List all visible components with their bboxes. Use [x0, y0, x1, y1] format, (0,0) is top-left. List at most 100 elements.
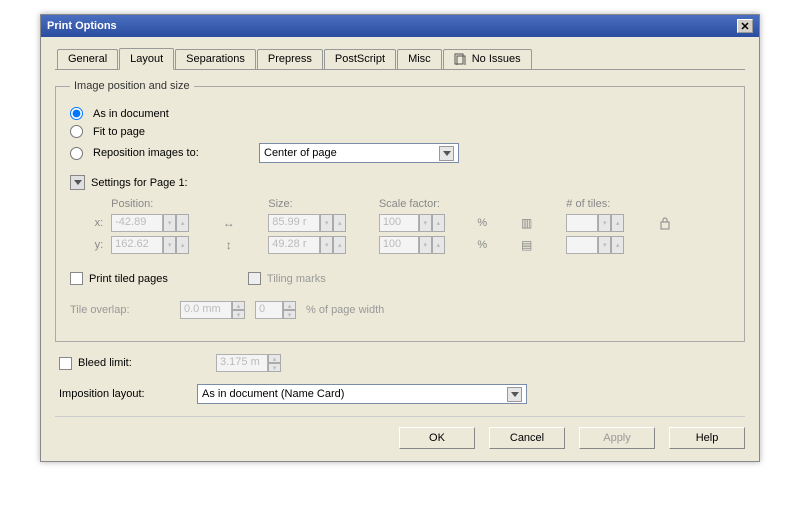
tiles-x-input[interactable]: ▾▴: [566, 214, 649, 232]
pos-x-input[interactable]: -42.89 ▾▴: [111, 214, 214, 232]
scale-y-input[interactable]: 100 ▾▴: [379, 236, 470, 254]
tile-overlap-field: 0.0 mm: [180, 301, 232, 319]
col-tiles: # of tiles:: [566, 198, 649, 210]
tile-overlap-input: 0.0 mm ▴▾: [180, 301, 245, 319]
tiling-marks-checkbox: [248, 272, 261, 285]
bleed-label: Bleed limit:: [78, 357, 198, 369]
overlap-down: ▾: [232, 310, 245, 319]
tab-prepress[interactable]: Prepress: [257, 49, 323, 69]
tiling-marks-label: Tiling marks: [267, 273, 326, 285]
col-scale: Scale factor:: [379, 198, 470, 210]
overlap-pct-down: ▾: [283, 310, 296, 319]
size-h-preset[interactable]: ▾: [320, 236, 333, 254]
tiles-y-preset[interactable]: ▾: [598, 236, 611, 254]
imposition-value: As in document (Name Card): [202, 388, 501, 400]
pos-y-input[interactable]: 162.62 ▾▴: [111, 236, 214, 254]
tab-strip: General Layout Separations Prepress Post…: [55, 47, 745, 70]
chevron-down-icon: [74, 180, 82, 185]
apply-button: Apply: [579, 427, 655, 449]
tab-general[interactable]: General: [57, 49, 118, 69]
tiles-y-field: [566, 236, 598, 254]
reposition-select[interactable]: Center of page: [259, 143, 459, 163]
tab-noissues-label: No Issues: [472, 53, 521, 65]
radio-reposition-row: Reposition images to: Center of page: [70, 143, 730, 163]
bleed-input: 3.175 m ▴▾: [216, 354, 281, 372]
lock-icon[interactable]: [657, 214, 673, 232]
dropdown-arrow-icon: [439, 146, 454, 161]
tile-overlap-label: Tile overlap:: [70, 304, 170, 316]
help-button[interactable]: Help: [669, 427, 745, 449]
print-options-dialog: Print Options General Layout Separations…: [40, 14, 760, 462]
bleed-field: 3.175 m: [216, 354, 268, 372]
pos-x-up[interactable]: ▴: [176, 214, 189, 232]
bleed-checkbox[interactable]: [59, 357, 72, 370]
radio-fit-row: Fit to page: [70, 125, 730, 138]
scale-x-field: 100: [379, 214, 419, 232]
scale-y-preset[interactable]: ▾: [419, 236, 432, 254]
scale-y-up[interactable]: ▴: [432, 236, 445, 254]
row-x-label: x:: [70, 217, 103, 229]
bleed-check-row: Bleed limit:: [59, 357, 198, 370]
radio-as-in-document[interactable]: [70, 107, 83, 120]
width-icon: ↔: [222, 216, 236, 230]
radio-reposition[interactable]: [70, 147, 83, 160]
tiles-x-field: [566, 214, 598, 232]
row-y-label: y:: [70, 239, 103, 251]
pct-label-y: %: [477, 239, 511, 251]
dialog-content: General Layout Separations Prepress Post…: [41, 37, 759, 461]
radio-as-in-document-row: As in document: [70, 107, 730, 120]
noissues-icon: [454, 53, 466, 65]
tiling-marks-row: Tiling marks: [248, 272, 326, 285]
radio-fit-label: Fit to page: [93, 126, 145, 138]
imposition-select[interactable]: As in document (Name Card): [197, 384, 527, 404]
bleed-row: Bleed limit: 3.175 m ▴▾: [59, 354, 741, 372]
col-size: Size:: [268, 198, 371, 210]
print-tiled-checkbox[interactable]: [70, 272, 83, 285]
button-row: OK Cancel Apply Help: [55, 416, 745, 449]
tab-separations[interactable]: Separations: [175, 49, 256, 69]
size-w-preset[interactable]: ▾: [320, 214, 333, 232]
radio-reposition-label: Reposition images to:: [93, 147, 253, 159]
size-w-up[interactable]: ▴: [333, 214, 346, 232]
tile-overlap-row: Tile overlap: 0.0 mm ▴▾ 0 ▴▾ % of page w…: [70, 301, 730, 319]
reposition-value: Center of page: [264, 147, 433, 159]
size-w-input[interactable]: 85.99 r ▾▴: [268, 214, 371, 232]
tab-misc[interactable]: Misc: [397, 49, 442, 69]
tab-noissues[interactable]: No Issues: [443, 49, 532, 69]
size-w-field: 85.99 r: [268, 214, 320, 232]
link-h-icon: ▥: [520, 216, 534, 230]
scale-y-field: 100: [379, 236, 419, 254]
cancel-button[interactable]: Cancel: [489, 427, 565, 449]
tile-overlap-pct-input: 0 ▴▾: [255, 301, 296, 319]
radio-fit-to-page[interactable]: [70, 125, 83, 138]
pos-x-preset[interactable]: ▾: [163, 214, 176, 232]
image-position-group: Image position and size As in document F…: [55, 80, 745, 342]
titlebar: Print Options: [41, 15, 759, 37]
tab-postscript[interactable]: PostScript: [324, 49, 396, 69]
close-button[interactable]: [737, 19, 753, 33]
bleed-up: ▴: [268, 354, 281, 363]
size-h-input[interactable]: 49.28 r ▾▴: [268, 236, 371, 254]
radio-as-in-document-label: As in document: [93, 108, 169, 120]
close-icon: [741, 22, 749, 30]
tiles-x-preset[interactable]: ▾: [598, 214, 611, 232]
scale-x-up[interactable]: ▴: [432, 214, 445, 232]
settings-collapse-button[interactable]: [70, 175, 85, 190]
group-legend: Image position and size: [70, 80, 194, 92]
tile-overlap-pct-field: 0: [255, 301, 283, 319]
print-tiled-row: Print tiled pages: [70, 272, 168, 285]
ok-button[interactable]: OK: [399, 427, 475, 449]
pos-y-up[interactable]: ▴: [176, 236, 189, 254]
link-v-icon: ▤: [520, 238, 534, 252]
pos-y-field: 162.62: [111, 236, 163, 254]
tiles-y-up[interactable]: ▴: [611, 236, 624, 254]
pos-y-preset[interactable]: ▾: [163, 236, 176, 254]
tiles-y-input[interactable]: ▾▴: [566, 236, 649, 254]
scale-x-input[interactable]: 100 ▾▴: [379, 214, 470, 232]
tab-layout[interactable]: Layout: [119, 48, 174, 70]
scale-x-preset[interactable]: ▾: [419, 214, 432, 232]
size-h-up[interactable]: ▴: [333, 236, 346, 254]
size-h-field: 49.28 r: [268, 236, 320, 254]
tiles-x-up[interactable]: ▴: [611, 214, 624, 232]
pct-label-x: %: [477, 217, 511, 229]
